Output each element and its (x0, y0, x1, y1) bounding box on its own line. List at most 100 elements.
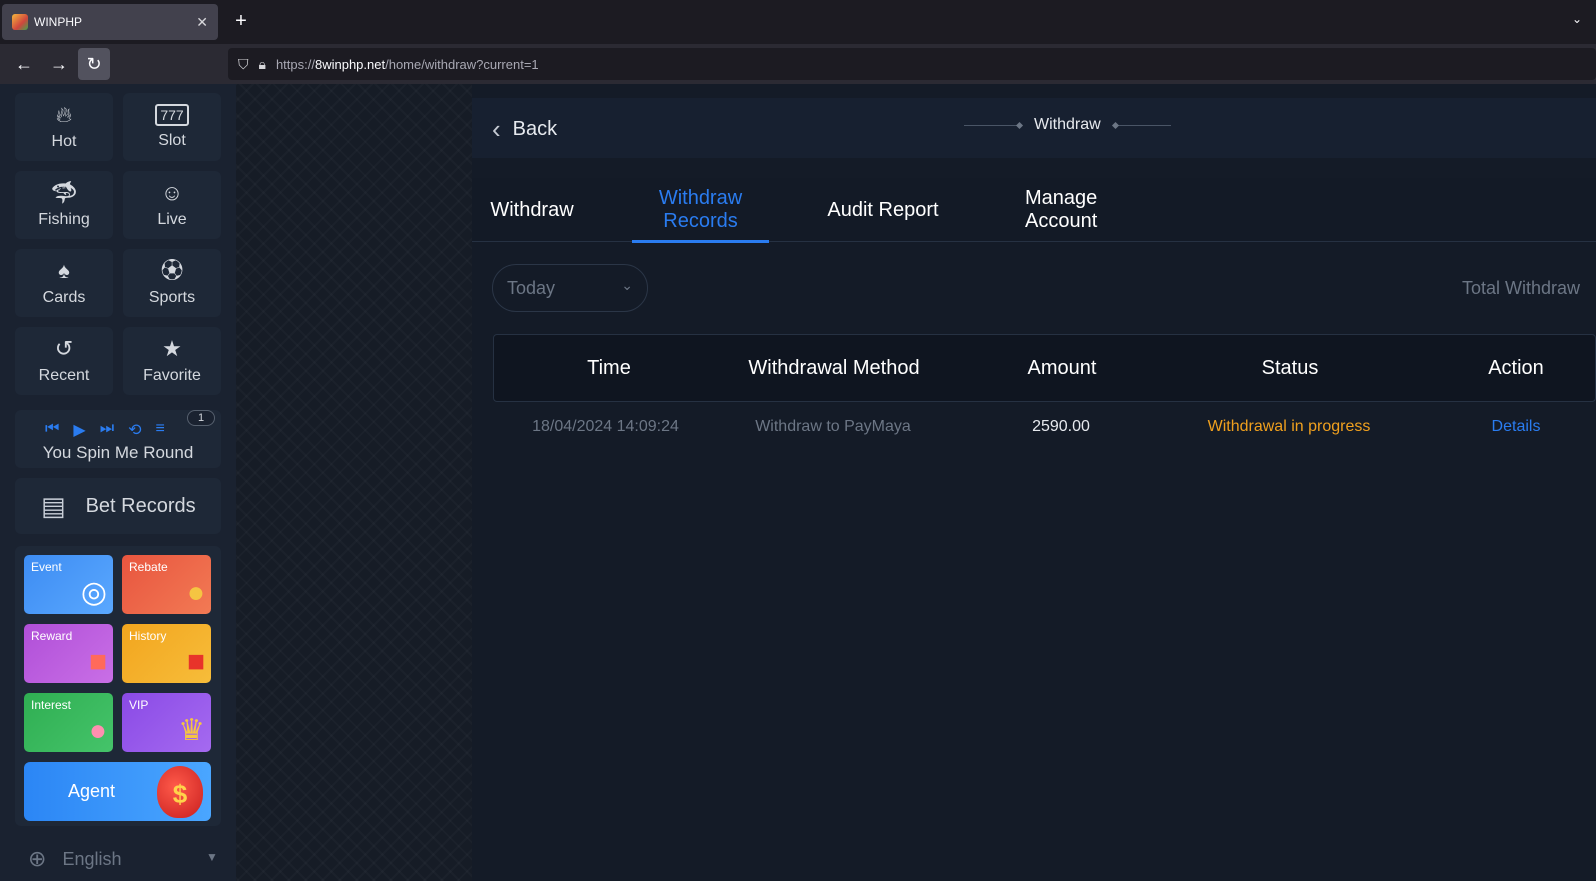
promo-label: Reward (31, 629, 73, 643)
title-decoration-left (964, 124, 1022, 126)
next-track-icon[interactable]: ⏭︎ (100, 420, 114, 440)
page-title-text: Withdraw (1034, 116, 1101, 133)
playlist-count-badge: 1 (187, 410, 215, 426)
previous-track-icon[interactable]: ⏮︎ (45, 420, 59, 440)
tab-label: Manage Account (1025, 187, 1098, 232)
cards-icon: ♠ (58, 258, 70, 283)
promo-label: Interest (31, 698, 72, 712)
receipt-coins-icon: ▤ (41, 490, 66, 521)
language-selector[interactable]: ⊕ English ▼ (28, 846, 218, 872)
url-scheme: https:// (275, 56, 315, 72)
total-withdraw-label: Total Withdraw (1462, 278, 1581, 298)
column-status: Status (1261, 357, 1319, 379)
category-slot[interactable]: 777 Slot (123, 93, 221, 161)
details-link[interactable]: Details (1473, 410, 1559, 444)
tab-title: WINPHP (34, 15, 82, 29)
category-recent[interactable]: ↺ Recent (15, 327, 113, 395)
category-label: Hot (51, 133, 77, 150)
reload-icon[interactable]: ↻ (78, 48, 110, 80)
promo-history[interactable]: History ■ (122, 624, 211, 683)
site-favicon-icon (12, 14, 28, 30)
history-icon: ↺ (54, 336, 74, 361)
column-method: Withdrawal Method (748, 357, 920, 379)
shield-icon: ⛉ (238, 55, 249, 72)
browser-navbar: ← → ↻ ⛉ 🔒︎ https://8winphp.net/home/with… (0, 44, 1596, 84)
crown-icon: ♛ (178, 714, 205, 747)
tab-list-chevron-icon[interactable]: ⌄ (1572, 12, 1582, 26)
main-content: ‹ Back Withdraw Withdraw Withdraw Record… (472, 84, 1596, 881)
promo-interest[interactable]: Interest ● (24, 693, 113, 752)
column-time: Time (587, 357, 631, 379)
soccer-ball-icon: ⚽︎ (160, 258, 183, 283)
playlist-icon[interactable]: ≡ (156, 420, 165, 440)
promo-vip[interactable]: VIP ♛ (122, 693, 211, 752)
sidebar: 🔥︎ Hot 777 Slot 🦈︎ Fishing ☺ Live ♠ Card… (0, 84, 236, 881)
slot-777-icon: 777 (155, 104, 189, 126)
play-icon[interactable]: ▶ (73, 420, 85, 440)
category-fishing[interactable]: 🦈︎ Fishing (15, 171, 113, 239)
promo-label: VIP (129, 698, 149, 712)
promo-reward[interactable]: Reward ■ (24, 624, 113, 683)
page-title: Withdraw (952, 116, 1183, 134)
close-tab-icon[interactable]: ✕ (196, 14, 208, 31)
piggy-bank-icon: ● (88, 714, 107, 747)
date-filter-select[interactable]: Today ⌄ (492, 264, 648, 312)
agent-label: Agent (68, 781, 116, 801)
promo-event[interactable]: Event ◎ (24, 555, 113, 614)
agent-button[interactable]: Agent $ (24, 762, 211, 821)
table-row: 18/04/2024 14:09:24 Withdraw to PayMaya … (493, 410, 1596, 444)
back-button[interactable]: ‹ Back (492, 114, 557, 145)
url-path: /home/withdraw?current=1 (385, 56, 539, 72)
forward-arrow-icon[interactable]: → (43, 48, 75, 80)
title-decoration-right (1112, 124, 1171, 126)
category-cards[interactable]: ♠ Cards (15, 249, 113, 317)
back-arrow-icon[interactable]: ← (8, 48, 40, 80)
promo-label: Event (31, 560, 62, 574)
tab-label: Audit Report (827, 198, 939, 221)
url-domain: 8winphp.net (314, 56, 386, 72)
withdraw-tabs: Withdraw Withdraw Records Audit Report M… (472, 178, 1596, 243)
bet-records-label: Bet Records (85, 494, 196, 517)
promo-rebate[interactable]: Rebate ● (122, 555, 211, 614)
lock-icon: 🔒︎ (258, 55, 266, 72)
category-label: Live (157, 211, 187, 228)
song-title: You Spin Me Round (42, 443, 194, 462)
category-label: Cards (42, 289, 86, 306)
back-label: Back (512, 118, 558, 140)
page-header: ‹ Back Withdraw (472, 98, 1596, 158)
new-tab-icon[interactable]: + (230, 10, 252, 32)
cell-method: Withdraw to PayMaya (755, 418, 911, 435)
cell-amount: 2590.00 (1032, 418, 1090, 435)
address-bar[interactable]: ⛉ 🔒︎ https://8winphp.net/home/withdraw?c… (228, 48, 1596, 80)
tab-label: Withdraw (490, 198, 574, 221)
tab-manage-account[interactable]: Manage Account (1012, 178, 1118, 242)
promo-label: History (129, 629, 167, 643)
promo-label: Rebate (129, 560, 168, 574)
browser-tabbar: WINPHP ✕ + ⌄ (0, 0, 1596, 44)
category-grid: 🔥︎ Hot 777 Slot 🦈︎ Fishing ☺ Live ♠ Card… (15, 93, 221, 395)
promo-panel: Event ◎ Rebate ● Reward ■ History ■ Inte… (15, 546, 221, 826)
repeat-icon[interactable]: ⟲ (128, 420, 141, 440)
category-favorite[interactable]: ★ Favorite (123, 327, 221, 395)
date-filter-value: Today (507, 277, 556, 298)
chevron-left-icon: ‹ (492, 114, 501, 144)
tab-withdraw-records[interactable]: Withdraw Records (632, 178, 769, 243)
tab-withdraw[interactable]: Withdraw (472, 178, 592, 242)
language-label: English (62, 848, 122, 869)
star-icon: ★ (162, 336, 182, 361)
category-live[interactable]: ☺ Live (123, 171, 221, 239)
category-hot[interactable]: 🔥︎ Hot (15, 93, 113, 161)
globe-icon: ⊕ (28, 846, 47, 871)
category-label: Sports (148, 289, 196, 306)
dealer-icon: ☺ (160, 180, 184, 205)
bet-records-button[interactable]: ▤ Bet Records (15, 478, 221, 534)
tab-label: Withdraw Records (658, 187, 743, 232)
coins-icon: ● (186, 576, 205, 609)
column-amount: Amount (1027, 357, 1097, 379)
category-sports[interactable]: ⚽︎ Sports (123, 249, 221, 317)
music-player: ⏮︎ ▶ ⏭︎ ⟲ ≡ 1 You Spin Me Round (15, 410, 221, 468)
chevron-down-icon: ▼ (206, 850, 218, 864)
shark-icon: 🦈︎ (50, 180, 78, 205)
browser-tab[interactable]: WINPHP ✕ (2, 4, 218, 40)
tab-audit-report[interactable]: Audit Report (818, 178, 948, 242)
